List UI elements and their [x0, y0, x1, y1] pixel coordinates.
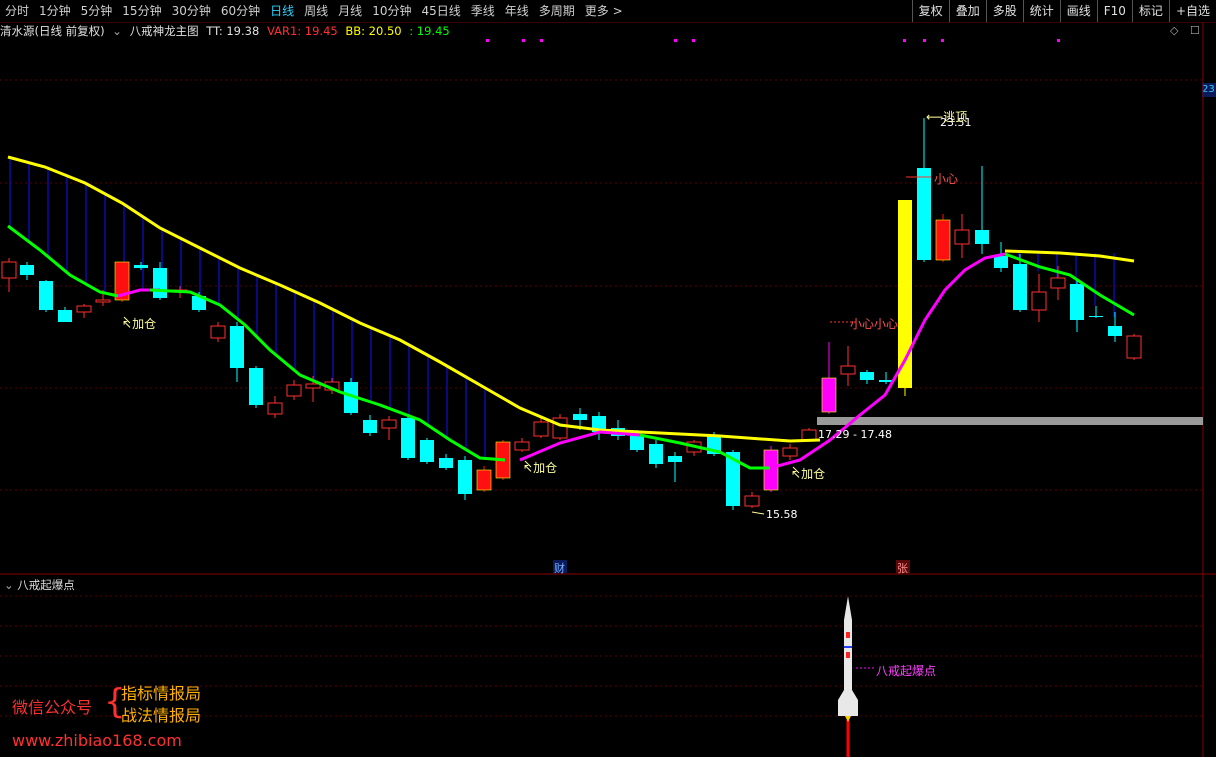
candle — [381, 419, 397, 429]
subpanel-title[interactable]: ⌄ 八戒起爆点 — [4, 577, 75, 593]
candle — [954, 229, 970, 245]
candle — [420, 440, 434, 462]
kline-chart[interactable] — [0, 0, 1216, 757]
candle — [1013, 264, 1027, 310]
candle — [860, 372, 874, 380]
candle — [1126, 335, 1142, 359]
candle — [840, 365, 856, 375]
candles — [1, 118, 1142, 510]
candle — [305, 383, 321, 389]
jiacang-text-2: 加仓 — [533, 461, 558, 475]
xiaoxin-label: 小心 — [934, 172, 959, 186]
candle — [1108, 326, 1122, 336]
candle — [476, 469, 492, 491]
low-price-label: 15.58 — [766, 508, 798, 521]
candle — [552, 417, 568, 439]
green-line-mid — [149, 288, 506, 462]
jiacang-text-1: 加仓 — [132, 317, 157, 331]
candle — [573, 414, 587, 420]
candle — [994, 256, 1008, 268]
watermark-line1: 指标情报局 — [121, 684, 202, 703]
candle — [363, 420, 377, 433]
candle — [801, 429, 817, 441]
yellow-ma-line-right — [1004, 249, 1135, 263]
candle — [1031, 291, 1047, 311]
zhang-marker[interactable]: 张 — [897, 560, 908, 576]
candle — [763, 449, 779, 491]
high-price-label: 23.51 — [940, 116, 972, 129]
candle — [935, 219, 951, 261]
candle — [917, 168, 931, 260]
candle — [1050, 277, 1066, 289]
candle — [230, 326, 244, 368]
candle — [58, 310, 72, 322]
candle — [401, 418, 415, 458]
watermark-url: www.zhibiao168.com — [12, 731, 182, 750]
candle — [533, 421, 549, 437]
candle — [514, 441, 530, 451]
jiacang-label-1: ↖加仓 — [122, 317, 157, 331]
candle — [458, 460, 472, 494]
support-band — [817, 417, 1203, 425]
jiacang-label-2: ↖加仓 — [523, 461, 558, 475]
candle — [20, 265, 34, 275]
candle — [744, 495, 760, 507]
jiacang-label-3: ↖加仓 — [791, 467, 826, 481]
cai-marker[interactable]: 财 — [554, 560, 565, 576]
candle — [286, 384, 302, 397]
candle — [267, 402, 283, 415]
watermark-left: 微信公众号 — [12, 698, 93, 717]
candle — [1, 261, 17, 279]
candle — [975, 230, 989, 244]
candle — [630, 435, 644, 450]
yellow-ma-line — [7, 155, 821, 443]
candle — [649, 444, 663, 464]
candle — [249, 368, 263, 405]
candle — [1070, 284, 1084, 320]
blue-fill-lines — [9, 157, 1115, 459]
candle — [668, 456, 682, 462]
jiacang-text-3: 加仓 — [801, 467, 826, 481]
band-label: 17.29 - 17.48 — [818, 428, 892, 441]
dropdown-icon-2[interactable]: ⌄ — [4, 578, 14, 592]
candle — [134, 265, 148, 268]
candle — [76, 305, 92, 313]
candle — [39, 281, 53, 310]
xiaoxin2-label: 小心小心 — [850, 317, 899, 331]
subpanel-title-text: 八戒起爆点 — [17, 578, 75, 592]
watermark-line2: 战法情报局 — [121, 706, 202, 725]
candle — [95, 299, 111, 303]
watermark-lines: 指标情报局 战法情报局 — [121, 683, 201, 727]
rocket-icon — [838, 596, 874, 757]
grid — [0, 79, 1205, 717]
top-markers — [486, 39, 1060, 42]
rocket-label: 八戒起爆点 — [876, 664, 937, 678]
candle — [210, 325, 226, 339]
candle — [1089, 316, 1103, 317]
candle — [782, 447, 798, 457]
candle — [439, 458, 453, 468]
candle — [821, 377, 837, 413]
candle — [153, 268, 167, 298]
